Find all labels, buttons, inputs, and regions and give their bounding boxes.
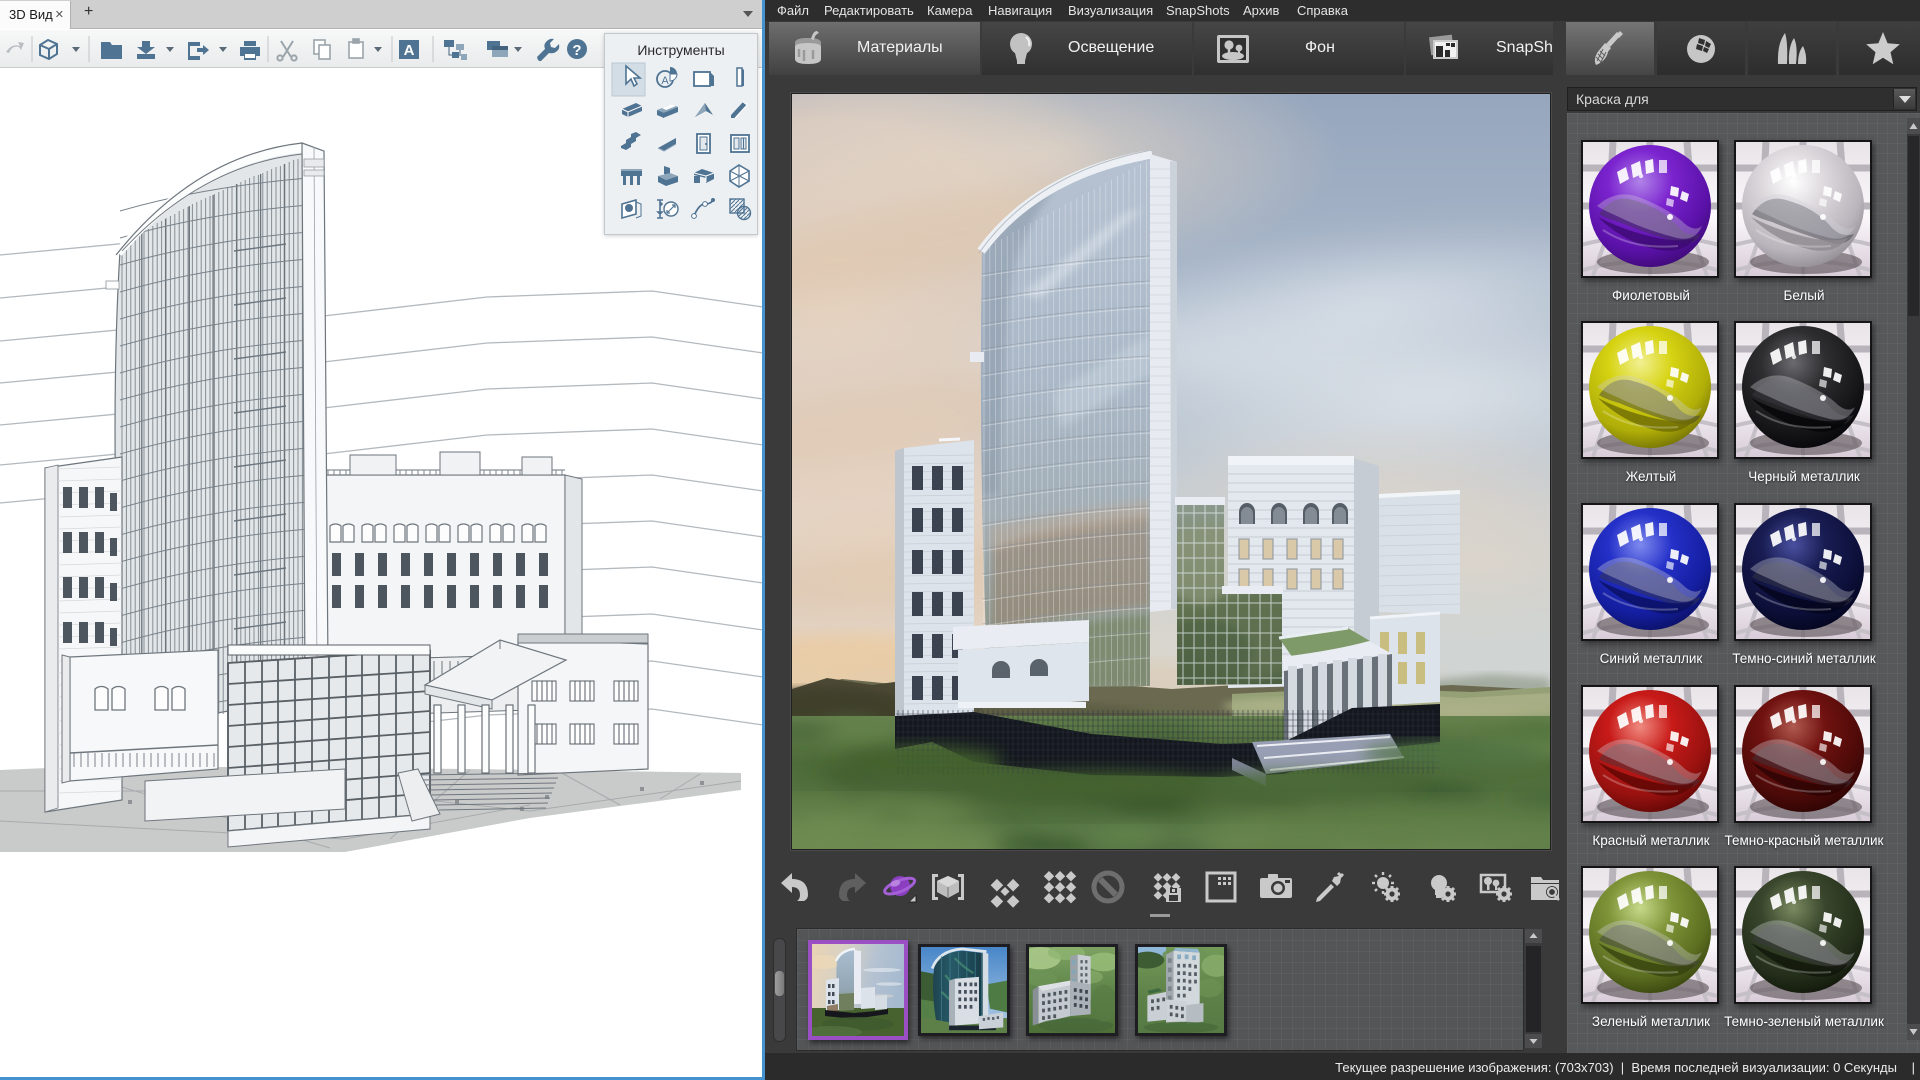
svg-text:A: A <box>404 42 415 59</box>
svg-text:A: A <box>661 75 669 87</box>
svg-text:?: ? <box>572 42 581 59</box>
